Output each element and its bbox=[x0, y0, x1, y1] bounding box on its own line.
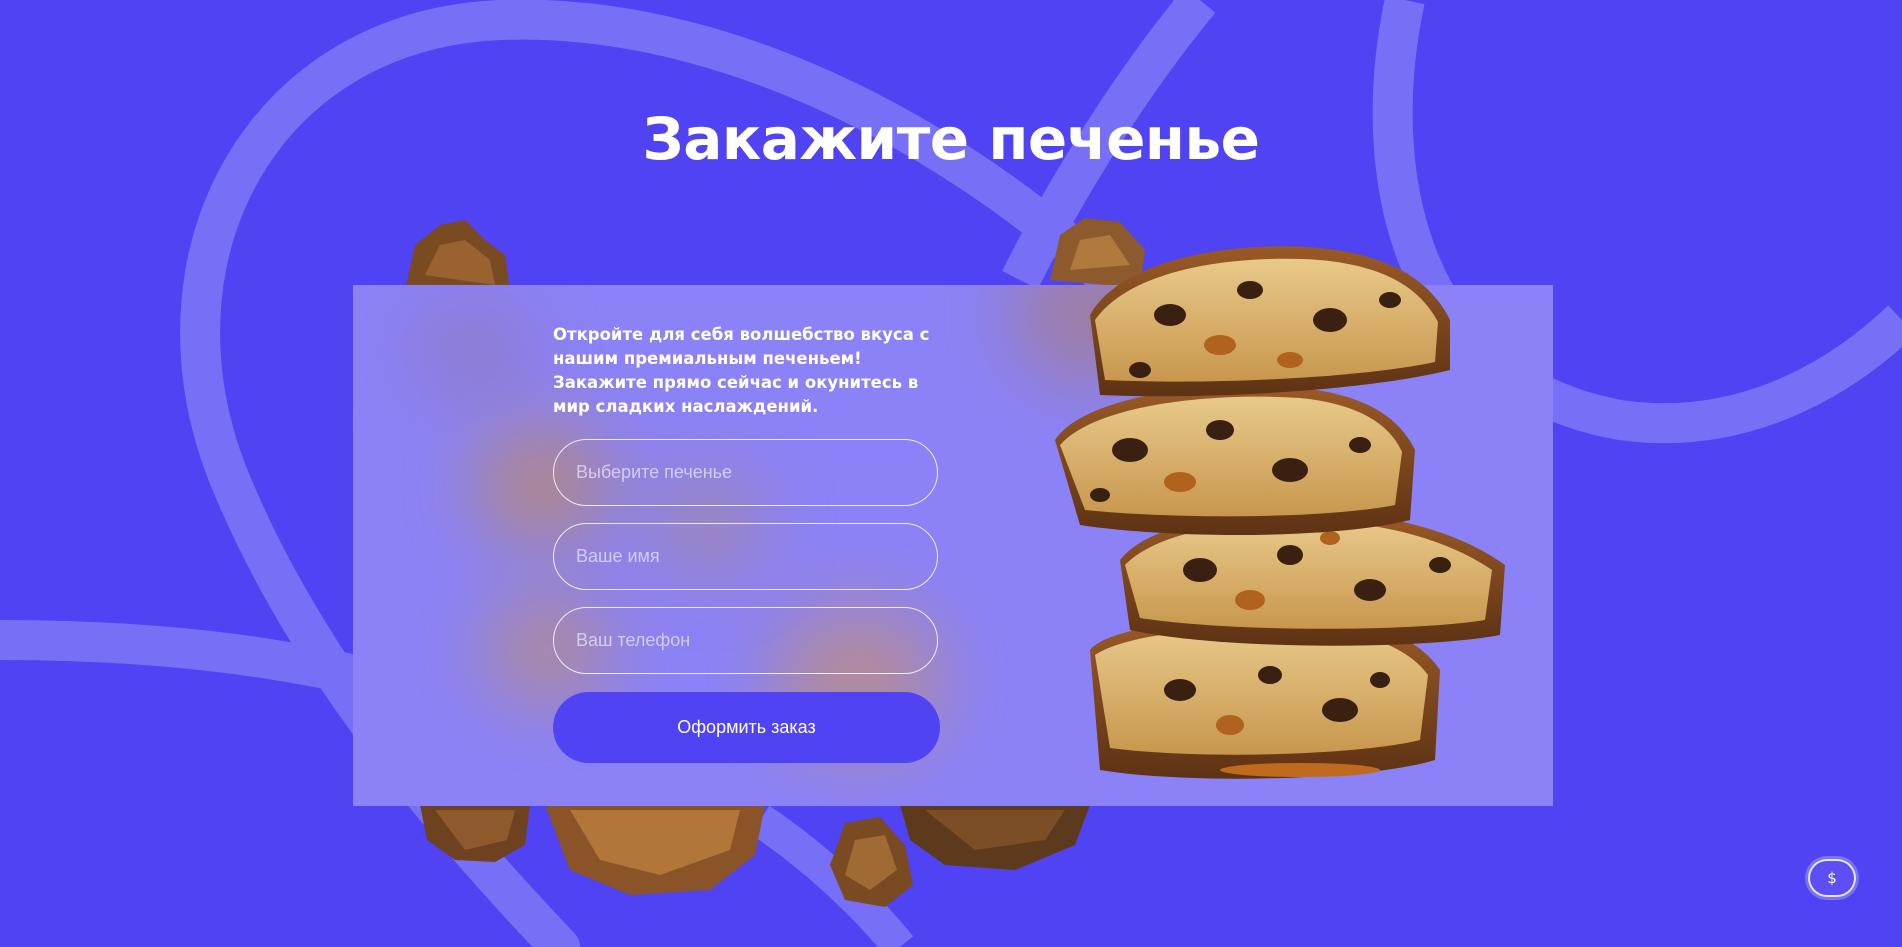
cookie-crumb-image bbox=[405, 220, 510, 290]
cookie-crumb-image bbox=[420, 805, 530, 862]
phone-input[interactable] bbox=[553, 607, 938, 674]
cookie-stack-image bbox=[1055, 246, 1505, 779]
page-title: Закажите печенье bbox=[642, 105, 1260, 173]
cookie-crumb-image bbox=[900, 805, 1090, 870]
intro-text: Откройте для себя волшебство вкуса с наш… bbox=[553, 325, 930, 416]
page: Закажите печенье Откройте для себя волше… bbox=[0, 0, 1902, 947]
name-input[interactable] bbox=[553, 523, 938, 590]
cookie-crumb-image bbox=[545, 805, 765, 895]
cookie-select-input[interactable] bbox=[553, 439, 938, 506]
dollar-icon[interactable]: $ bbox=[1808, 859, 1856, 897]
blur-decoration bbox=[413, 305, 533, 395]
submit-order-button[interactable]: Оформить заказ bbox=[553, 692, 940, 763]
